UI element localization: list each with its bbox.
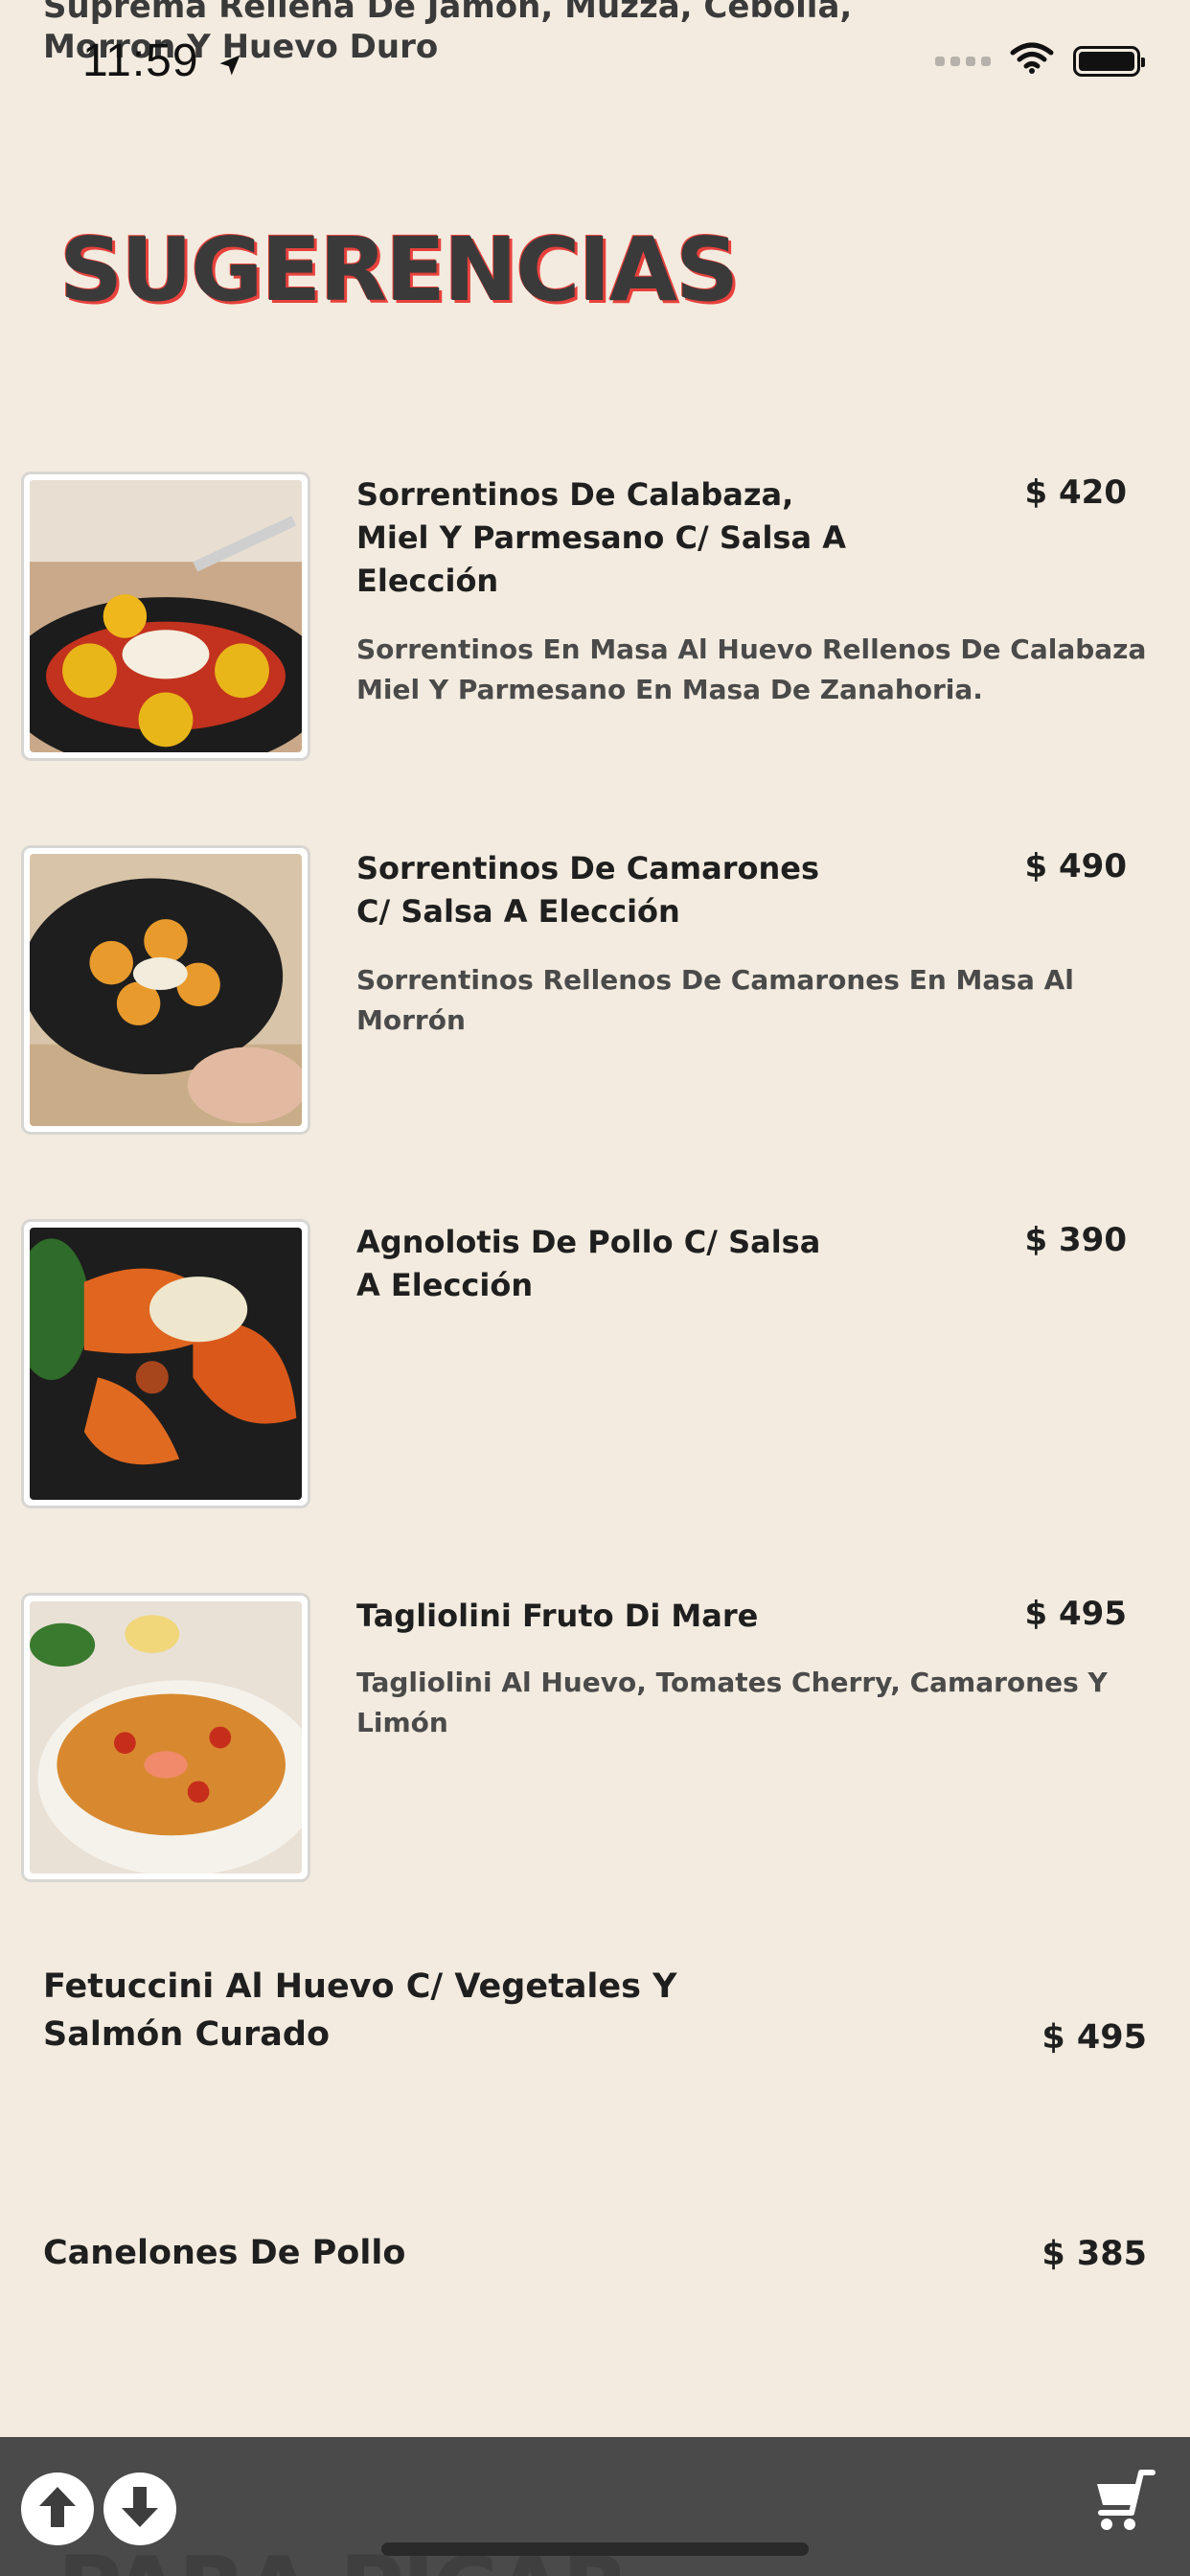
- product-name: Tagliolini Fruto Di Mare: [356, 1598, 759, 1634]
- text-product-item[interactable]: Canelones De Pollo $ 385: [43, 2229, 1147, 2277]
- product-name: Canelones De Pollo: [43, 2234, 406, 2272]
- status-time: 11:59: [82, 34, 243, 90]
- cart-button[interactable]: [1085, 2464, 1161, 2541]
- location-arrow-icon: [217, 37, 243, 90]
- product-price: $ 495: [1041, 2018, 1147, 2057]
- product-item[interactable]: Sorrentinos De Calabaza, Miel Y Parmesan…: [21, 472, 1167, 765]
- product-name: Agnolotis De Pollo C/ Salsa A Elección: [356, 1224, 821, 1303]
- product-price: $ 385: [1041, 2235, 1147, 2273]
- signal-icon: [935, 56, 991, 66]
- bottom-bar: PARA PICAR: [0, 2437, 1190, 2576]
- product-image[interactable]: [21, 1219, 310, 1508]
- cart-icon: [1089, 2467, 1156, 2539]
- arrow-down-icon: [118, 2483, 162, 2536]
- product-item[interactable]: Tagliolini Fruto Di Mare $ 495 Tagliolin…: [21, 1593, 1167, 1886]
- product-image[interactable]: [21, 1593, 310, 1882]
- status-icons: [935, 42, 1145, 80]
- product-name: Sorrentinos De Calabaza, Miel Y Parmesan…: [356, 476, 846, 599]
- scroll-up-button[interactable]: [21, 2472, 94, 2545]
- product-item[interactable]: Agnolotis De Pollo C/ Salsa A Elección $…: [21, 1219, 1167, 1512]
- product-description: Tagliolini Al Huevo, Tomates Cherry, Cam…: [356, 1667, 1108, 1738]
- product-price: $ 490: [1024, 847, 1127, 886]
- arrow-up-icon: [35, 2483, 80, 2536]
- product-item[interactable]: Sorrentinos De Camarones C/ Salsa A Elec…: [21, 845, 1167, 1138]
- product-image[interactable]: [21, 472, 310, 761]
- battery-icon: [1073, 45, 1145, 77]
- scroll-down-button[interactable]: [103, 2472, 176, 2545]
- wifi-icon: [1010, 42, 1054, 80]
- status-time-text: 11:59: [82, 35, 199, 86]
- product-description: Sorrentinos En Masa Al Huevo Rellenos De…: [356, 633, 1147, 705]
- section-title: SUGERENCIAS: [59, 218, 739, 321]
- product-price: $ 390: [1024, 1221, 1127, 1259]
- home-indicator: [381, 2542, 809, 2556]
- product-description: Sorrentinos Rellenos De Camarones En Mas…: [356, 964, 1074, 1036]
- product-name: Fetuccini Al Huevo C/ Vegetales Y Salmón…: [43, 1967, 677, 2054]
- text-product-item[interactable]: Fetuccini Al Huevo C/ Vegetales Y Salmón…: [43, 1963, 1147, 2058]
- product-price: $ 495: [1024, 1595, 1127, 1633]
- product-price: $ 420: [1024, 473, 1127, 512]
- product-name: Sorrentinos De Camarones C/ Salsa A Elec…: [356, 850, 820, 930]
- product-image[interactable]: [21, 845, 310, 1135]
